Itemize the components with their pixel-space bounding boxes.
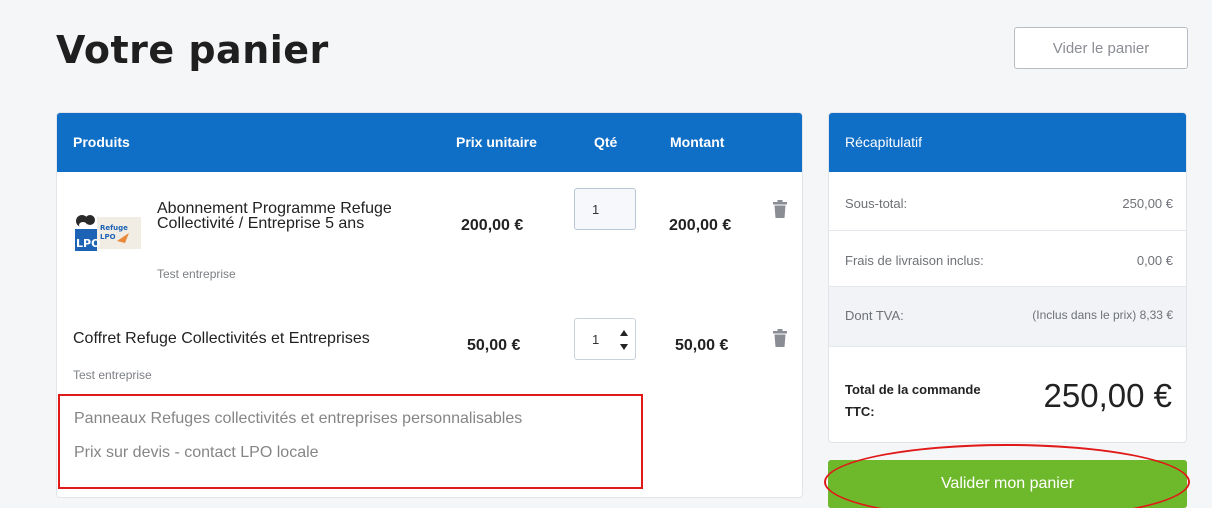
shipping-value: 0,00 €: [1136, 253, 1173, 268]
summary-title: Récapitulatif: [829, 113, 1186, 172]
line-amount: 50,00 €: [675, 337, 729, 354]
trash-icon[interactable]: [773, 200, 787, 218]
trash-icon[interactable]: [773, 329, 787, 347]
quantity-stepper[interactable]: 1: [574, 318, 636, 360]
product-thumbnail: LPO Refuge LPO: [73, 203, 143, 259]
shipping-label: Frais de livraison inclus:: [845, 253, 984, 268]
logo-text-side-2: LPO: [100, 233, 116, 241]
subtotal-row: Sous-total: 250,00 €: [829, 172, 1186, 230]
total-value: 250,00 €: [1043, 377, 1172, 414]
shipping-row: Frais de livraison inclus: 0,00 €: [829, 230, 1186, 286]
unit-price: 200,00 €: [461, 217, 524, 234]
header-qty: Qté: [594, 134, 618, 150]
vat-label: Dont TVA:: [845, 308, 904, 323]
custom-panels-note: Panneaux Refuges collectivités et entrep…: [58, 394, 643, 489]
quantity-value: 1: [592, 201, 600, 217]
logo-text-side-1: Refuge: [100, 224, 128, 232]
custom-note-line-2: Prix sur devis - contact LPO locale: [74, 444, 319, 461]
subtotal-value: 250,00 €: [1122, 196, 1173, 211]
logo-text-main: LPO: [76, 237, 100, 250]
validate-cart-button[interactable]: Valider mon panier: [828, 460, 1187, 508]
clear-cart-button[interactable]: Vider le panier: [1014, 27, 1188, 69]
quantity-value: 1: [592, 331, 600, 347]
summary-panel: Récapitulatif Sous-total: 250,00 € Frais…: [828, 112, 1187, 443]
total-label: Total de la commande TTC:: [845, 382, 981, 419]
line-amount: 200,00 €: [669, 217, 732, 234]
product-name: Abonnement Programme Refuge Collectivité…: [157, 200, 392, 232]
spinner-arrows-icon[interactable]: [620, 330, 628, 350]
header-products: Produits: [73, 134, 130, 150]
total-row: Total de la commande TTC: 250,00 €: [829, 346, 1186, 442]
header-amount: Montant: [670, 134, 725, 150]
product-subtitle: Test entreprise: [157, 267, 236, 281]
product-subtitle: Test entreprise: [73, 368, 152, 382]
subtotal-label: Sous-total:: [845, 196, 908, 211]
unit-price: 50,00 €: [467, 337, 521, 354]
products-header: Produits Prix unitaire Qté Montant: [57, 113, 802, 172]
lpo-logo: LPO Refuge LPO: [73, 203, 143, 259]
header-unit-price: Prix unitaire: [456, 134, 537, 150]
product-name: Coffret Refuge Collectivités et Entrepri…: [73, 330, 370, 347]
cart-row: Coffret Refuge Collectivités et Entrepri…: [57, 291, 802, 391]
vat-value: (Inclus dans le prix) 8,33 €: [1032, 308, 1173, 322]
page-title: Votre panier: [56, 28, 329, 72]
vat-row: Dont TVA: (Inclus dans le prix) 8,33 €: [829, 286, 1186, 346]
cart-row: LPO Refuge LPO Abonnement Programme Refu…: [57, 173, 802, 291]
custom-note-line-1: Panneaux Refuges collectivités et entrep…: [74, 410, 523, 427]
quantity-input[interactable]: 1: [574, 188, 636, 230]
